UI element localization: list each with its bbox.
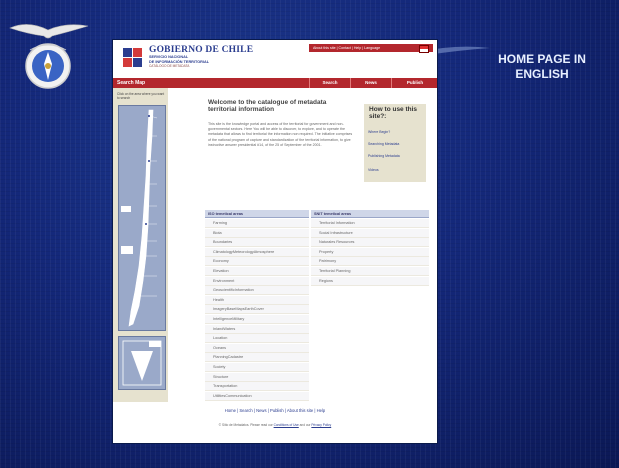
tab-news[interactable]: News bbox=[350, 78, 391, 88]
iso-area-item[interactable]: GeoscientificInformation bbox=[205, 286, 309, 296]
iso-area-item[interactable]: Transportation bbox=[205, 382, 309, 392]
iso-area-item[interactable]: Biota bbox=[205, 228, 309, 238]
iso-area-item[interactable]: Environment bbox=[205, 276, 309, 286]
howto-link-publishing[interactable]: Publishing Metadata bbox=[368, 154, 400, 158]
slide-title: HOME PAGE IN ENGLISH bbox=[498, 52, 586, 81]
iso-area-item[interactable]: PlanningCadastre bbox=[205, 353, 309, 363]
top-links[interactable]: About this site | Contact | Help | Langu… bbox=[309, 44, 433, 53]
iso-area-item[interactable]: Health bbox=[205, 295, 309, 305]
iso-area-item[interactable]: ImageryBaseMapsEarthCover bbox=[205, 305, 309, 315]
howto-link-where-begin[interactable]: Where Begin? bbox=[368, 130, 390, 134]
nav-bar: Search Map Search News Publish bbox=[113, 78, 437, 88]
iso-area-item[interactable]: Oceans bbox=[205, 343, 309, 353]
snit-areas-header: SNIT temetical areas bbox=[311, 210, 429, 218]
snit-area-item[interactable]: Patrimony bbox=[311, 257, 429, 267]
iso-area-item[interactable]: UtilitiesCommunication bbox=[205, 391, 309, 401]
iso-area-item[interactable]: Economy bbox=[205, 257, 309, 267]
tab-search[interactable]: Search bbox=[309, 78, 350, 88]
iso-area-item[interactable]: IntelligenceMilitary bbox=[205, 315, 309, 324]
brand-name: GOBIERNO DE CHILE bbox=[149, 45, 254, 55]
iso-area-item[interactable]: Structure bbox=[205, 372, 309, 382]
brand-line3: CATÁLOGO DE METADATA bbox=[149, 64, 190, 68]
iso-area-item[interactable]: Elevation bbox=[205, 267, 309, 276]
gobierno-logo-icon bbox=[123, 48, 142, 67]
institution-emblem bbox=[9, 24, 89, 89]
copyright-text: © Sitio de Metadatos. Please read our bbox=[218, 423, 273, 427]
privacy-link[interactable]: Privacy Policy bbox=[311, 423, 331, 427]
how-to-title: How to use this site?: bbox=[369, 106, 418, 120]
tab-publish[interactable]: Publish bbox=[391, 78, 438, 88]
map-instruction: Click on the area where you want to sear… bbox=[117, 92, 165, 100]
iso-area-item[interactable]: Location bbox=[205, 334, 309, 344]
antarctica-map[interactable] bbox=[118, 336, 166, 390]
iso-area-item[interactable]: Society bbox=[205, 363, 309, 372]
snit-area-item[interactable]: Property bbox=[311, 247, 429, 257]
and-text: and our bbox=[299, 423, 311, 427]
welcome-body: This site is the knowledge portal and ac… bbox=[208, 122, 353, 147]
snit-area-item[interactable]: Regions bbox=[311, 276, 429, 286]
welcome-title: Welcome to the catalogue of metadata ter… bbox=[208, 99, 327, 113]
howto-link-searching[interactable]: Searching Metadata bbox=[368, 142, 399, 146]
howto-link-videos[interactable]: Videos bbox=[368, 168, 379, 172]
iso-area-item[interactable]: Farming bbox=[205, 219, 309, 228]
iso-area-item[interactable]: Boundaries bbox=[205, 238, 309, 248]
iso-areas-header: ISO temetical areas bbox=[205, 210, 309, 218]
snit-area-item[interactable]: Territorial Information bbox=[311, 219, 429, 228]
iso-area-item[interactable]: InlandWaters bbox=[205, 324, 309, 334]
search-map-label: Search Map bbox=[117, 80, 146, 86]
chile-map[interactable] bbox=[118, 105, 166, 331]
conditions-link[interactable]: Conditions of Use bbox=[274, 423, 299, 427]
snit-area-item[interactable]: Territorial Planning bbox=[311, 267, 429, 276]
snit-area-item[interactable]: Naturales Resources bbox=[311, 238, 429, 248]
footer-copyright: © Sitio de Metadatos. Please read our Co… bbox=[113, 423, 437, 428]
search-map-panel: Click on the area where you want to sear… bbox=[113, 88, 168, 402]
iso-area-item[interactable]: ClimatologyMeteorologyAtmosphere bbox=[205, 247, 309, 257]
footer-links[interactable]: Home | Search | News | Publish | About t… bbox=[113, 408, 437, 414]
snit-area-item[interactable]: Social Infrastructure bbox=[311, 228, 429, 238]
website-screenshot: GOBIERNO DE CHILE SERVICIO NACIONAL DE I… bbox=[113, 40, 437, 443]
brand-block: GOBIERNO DE CHILE SERVICIO NACIONAL DE I… bbox=[149, 45, 253, 68]
how-to-box: How to use this site?: Where Begin? Sear… bbox=[364, 104, 426, 182]
spain-flag-icon[interactable] bbox=[419, 45, 429, 53]
site-header: GOBIERNO DE CHILE SERVICIO NACIONAL DE I… bbox=[113, 40, 437, 78]
top-links-text[interactable]: About this site | Contact | Help | Langu… bbox=[313, 46, 380, 50]
